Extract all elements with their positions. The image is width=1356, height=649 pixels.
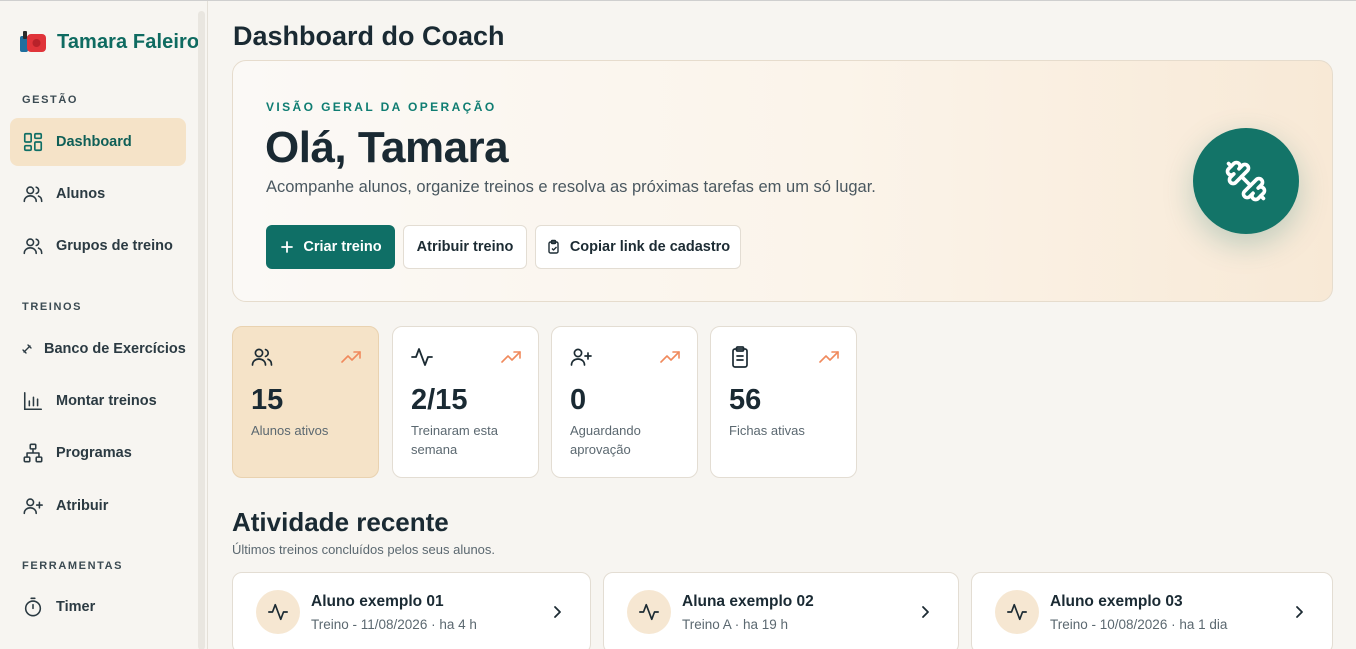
timer-icon <box>24 597 42 617</box>
stat-card-awaiting-approval[interactable]: 0 Aguardando aprovação <box>551 326 698 478</box>
group-icon <box>23 238 43 255</box>
trending-up-icon <box>501 351 521 363</box>
sidebar-item-label: Alunos <box>56 186 106 202</box>
activity-student-name: Aluno exemplo 01 <box>311 593 444 610</box>
sidebar-item-montar-treinos[interactable]: Montar treinos <box>10 377 186 425</box>
bar-chart-icon <box>23 391 43 411</box>
hero-subtitle: Acompanhe alunos, organize treinos e res… <box>266 178 876 196</box>
create-workout-label: Criar treino <box>303 239 382 255</box>
create-workout-button[interactable]: Criar treino <box>266 225 395 269</box>
activity-item[interactable]: Aluno exemplo 03 Treino - 10/08/2026 · h… <box>971 572 1333 649</box>
activity-icon-badge <box>256 590 300 634</box>
activity-student-name: Aluno exemplo 03 <box>1050 593 1183 610</box>
activity-icon-badge <box>627 590 671 634</box>
copy-signup-link-label: Copiar link de cadastro <box>569 239 731 255</box>
hero-card: VISÃO GERAL DA OPERAÇÃO Olá, Tamara Acom… <box>232 60 1333 302</box>
activity-meta: Treino A · ha 19 h <box>682 617 789 632</box>
sidebar: Tamara Faleiro GESTÃO Dashboard Alunos G… <box>0 1 208 649</box>
dashboard-icon <box>23 132 43 152</box>
activity-title: Atividade recente <box>232 507 449 537</box>
sidebar-item-label: Dashboard <box>56 134 132 150</box>
sidebar-item-atribuir[interactable]: Atribuir <box>10 482 186 530</box>
stat-label: Alunos ativos <box>251 423 329 438</box>
hero-badge <box>1193 128 1299 234</box>
clipboard-icon <box>732 346 748 368</box>
trending-up-icon <box>341 351 361 363</box>
activity-icon <box>639 603 659 621</box>
activity-meta: Treino - 10/08/2026 · ha 1 dia <box>1050 617 1228 632</box>
hero-kicker: VISÃO GERAL DA OPERAÇÃO <box>266 100 497 114</box>
plus-icon <box>281 241 294 253</box>
activity-icon <box>411 348 433 366</box>
sidebar-item-label: Timer <box>56 599 96 615</box>
sidebar-item-dashboard[interactable]: Dashboard <box>10 118 186 166</box>
brand-name: Tamara Faleiro <box>57 30 200 53</box>
users-icon <box>23 186 43 203</box>
stat-label: Treinaram esta semana <box>411 423 498 457</box>
trending-up-icon <box>819 351 839 363</box>
activity-meta: Treino - 11/08/2026 · ha 4 h <box>311 617 477 632</box>
stat-value: 15 <box>251 384 284 416</box>
users-icon <box>251 348 273 366</box>
activity-icon <box>1007 603 1027 621</box>
sidebar-item-label: Programas <box>56 445 132 461</box>
stat-label: Fichas ativas <box>729 423 805 438</box>
brand[interactable]: Tamara Faleiro <box>18 27 199 57</box>
copy-signup-link-button[interactable]: Copiar link de cadastro <box>535 225 741 269</box>
trending-up-icon <box>660 351 680 363</box>
sidebar-item-banco-exercicios[interactable]: Banco de Exercícios <box>10 325 186 373</box>
assign-workout-button[interactable]: Atribuir treino <box>403 225 527 269</box>
dumbbell-icon <box>22 344 32 354</box>
sidebar-item-programas[interactable]: Programas <box>10 429 186 477</box>
sidebar-item-label: Grupos de treino <box>56 238 173 254</box>
section-title-treinos: TREINOS <box>22 301 83 313</box>
sidebar-item-grupos[interactable]: Grupos de treino <box>10 222 186 270</box>
hero-title: Olá, Tamara <box>265 123 509 172</box>
activity-student-name: Aluna exemplo 02 <box>682 593 814 610</box>
clipboard-icon <box>548 239 559 254</box>
sidebar-scrollbar[interactable] <box>198 11 205 649</box>
sidebar-item-timer[interactable]: Timer <box>10 583 186 631</box>
stat-value: 2/15 <box>411 384 468 416</box>
stat-value: 56 <box>729 384 762 416</box>
stat-card-active-students[interactable]: 15 Alunos ativos <box>232 326 379 478</box>
chevron-right-icon <box>922 606 929 618</box>
section-title-gestao: GESTÃO <box>22 94 79 106</box>
activity-item[interactable]: Aluno exemplo 01 Treino - 11/08/2026 · h… <box>232 572 591 649</box>
section-title-ferramentas: FERRAMENTAS <box>22 560 124 572</box>
stat-value: 0 <box>570 384 587 416</box>
activity-icon <box>268 603 288 621</box>
page-title: Dashboard do Coach <box>233 21 505 51</box>
sidebar-item-alunos[interactable]: Alunos <box>10 170 186 218</box>
brand-logo-icon <box>20 31 46 52</box>
assign-workout-label: Atribuir treino <box>416 239 514 255</box>
stat-card-trained-this-week[interactable]: 2/15 Treinaram esta semana <box>392 326 539 478</box>
stat-card-active-sheets[interactable]: 56 Fichas ativas <box>710 326 857 478</box>
activity-icon-badge <box>995 590 1039 634</box>
chevron-right-icon <box>554 606 561 618</box>
sidebar-item-label: Banco de Exercícios <box>44 341 186 357</box>
activity-item[interactable]: Aluna exemplo 02 Treino A · ha 19 h <box>603 572 959 649</box>
hierarchy-icon <box>23 443 43 463</box>
user-plus-icon <box>23 498 43 515</box>
sidebar-item-label: Montar treinos <box>56 393 157 409</box>
user-plus-icon <box>570 348 592 366</box>
chevron-right-icon <box>1296 606 1303 618</box>
activity-subtitle: Últimos treinos concluídos pelos seus al… <box>232 542 496 557</box>
sidebar-item-label: Atribuir <box>56 498 109 514</box>
stat-label: Aguardando aprovação <box>570 423 641 457</box>
dumbbell-icon <box>1225 160 1267 202</box>
